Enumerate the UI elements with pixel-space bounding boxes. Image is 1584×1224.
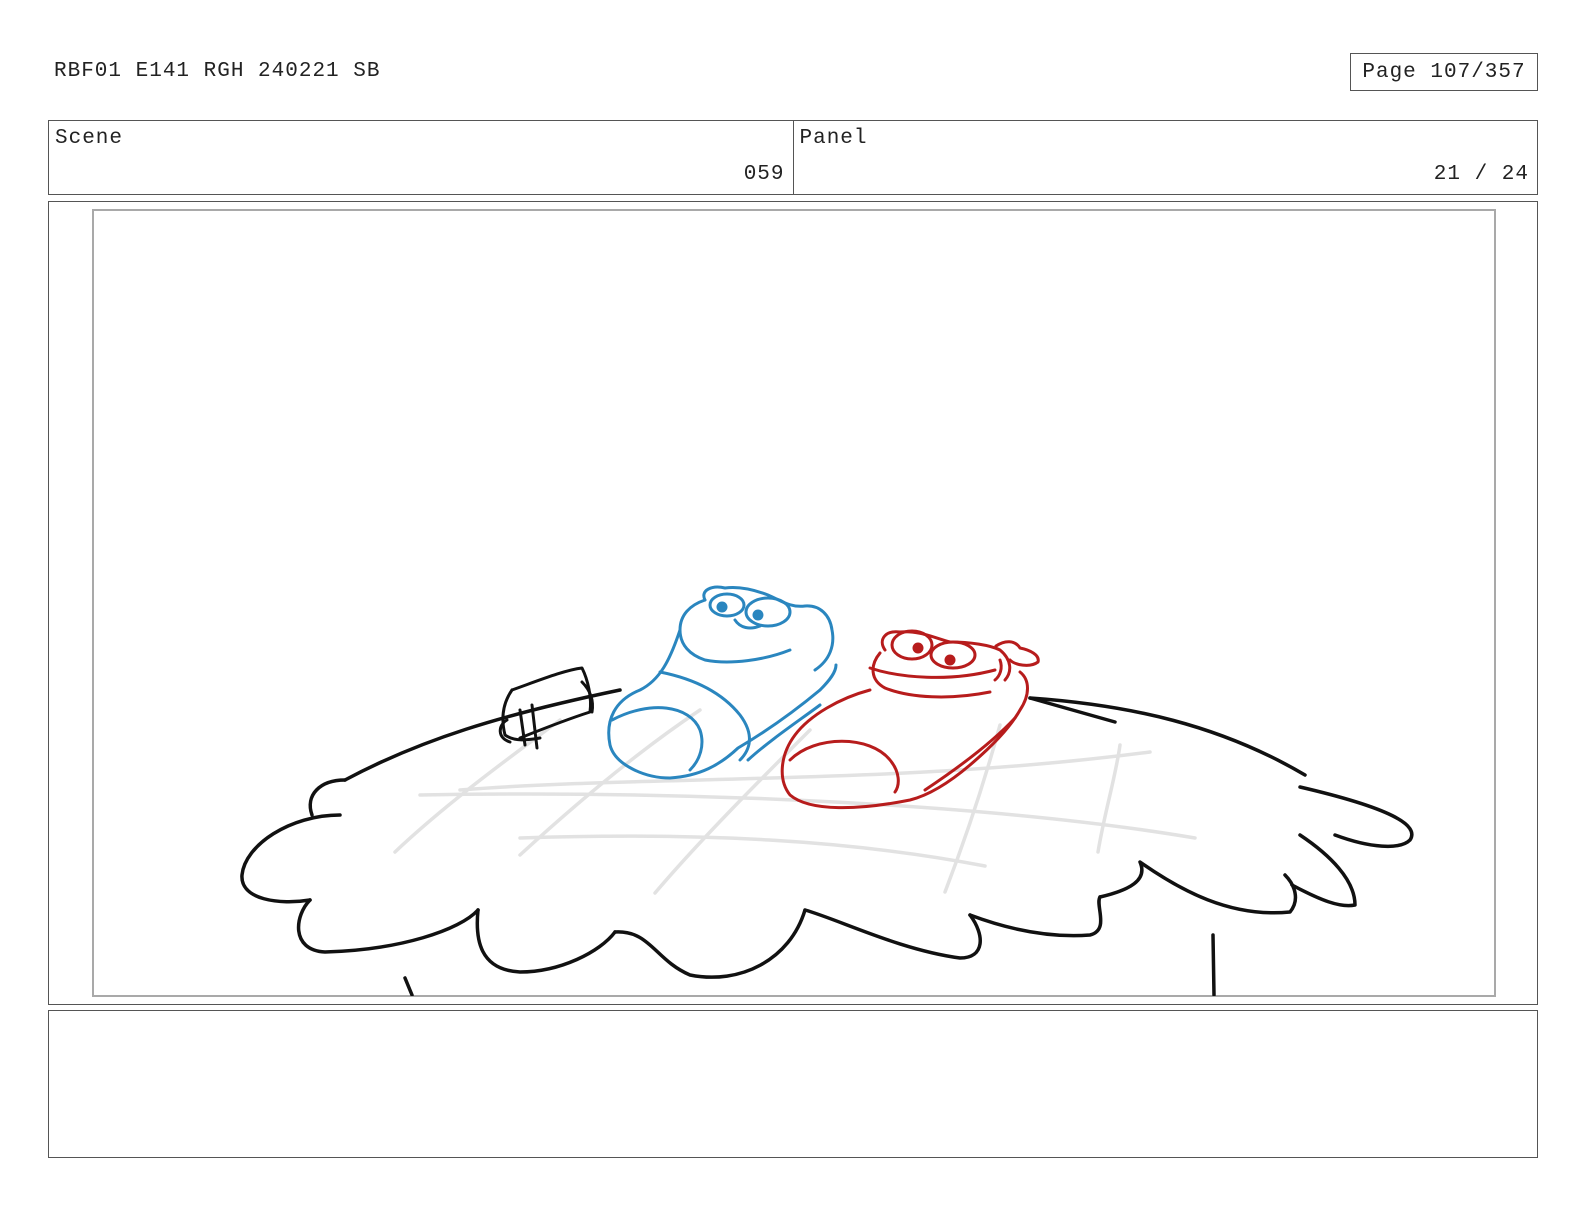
red-character (780, 629, 1040, 810)
panel-notes-box (48, 1010, 1538, 1158)
